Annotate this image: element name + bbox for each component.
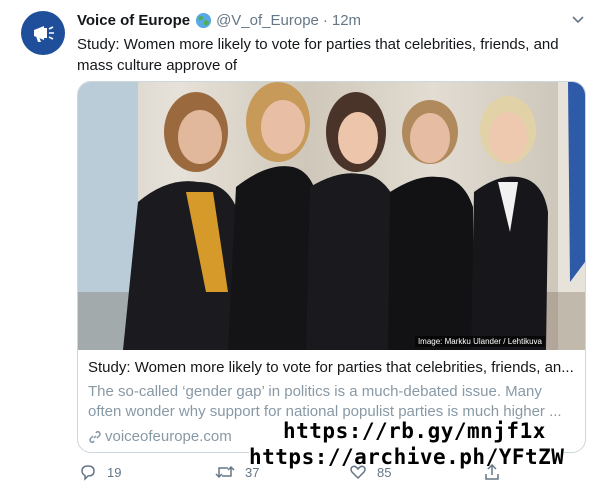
overlay-url-1: https://rb.gy/mnjf1x — [283, 419, 546, 443]
avatar[interactable] — [21, 11, 65, 55]
share-button[interactable] — [483, 463, 511, 481]
like-button[interactable]: 85 — [349, 463, 391, 481]
tweet-actions: 19 37 85 — [77, 463, 582, 483]
link-card[interactable]: Image: Markku Ulander / Lehtikuva Study:… — [77, 81, 586, 453]
tweet-header: Voice of Europe @V_of_Europe · 12m — [77, 12, 361, 29]
reply-count: 19 — [107, 464, 122, 480]
share-icon — [485, 463, 499, 480]
retweet-count: 37 — [245, 464, 260, 480]
reply-button[interactable]: 19 — [79, 463, 121, 481]
card-domain-text: voiceofeurope.com — [105, 428, 232, 445]
heart-icon — [350, 465, 366, 480]
retweet-button[interactable]: 37 — [215, 463, 259, 481]
author-handle[interactable]: @V_of_Europe — [216, 12, 319, 29]
author-name[interactable]: Voice of Europe — [77, 12, 190, 29]
megaphone-icon — [34, 26, 54, 42]
tweet-timestamp[interactable]: 12m — [332, 12, 361, 29]
retweet-icon — [215, 465, 235, 479]
image-credit: Image: Markku Ulander / Lehtikuva — [414, 336, 545, 347]
link-icon — [89, 430, 101, 443]
card-title: Study: Women more likely to vote for par… — [88, 359, 574, 376]
tweet-text: Study: Women more likely to vote for par… — [77, 36, 559, 74]
card-image: Image: Markku Ulander / Lehtikuva — [78, 82, 585, 350]
separator-dot: · — [322, 12, 328, 29]
chevron-down-icon[interactable] — [571, 13, 585, 27]
reply-icon — [81, 465, 95, 481]
like-count: 85 — [377, 464, 392, 480]
card-description: The so-called ‘gender gap’ in politics i… — [88, 383, 562, 420]
globe-emoji-icon — [196, 12, 212, 29]
